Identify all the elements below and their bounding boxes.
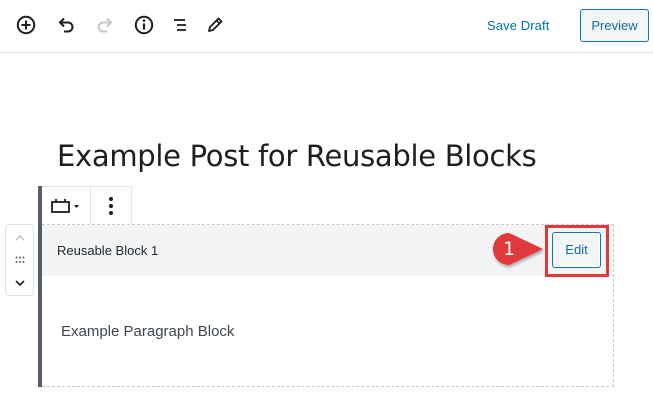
block-toolbar — [40, 186, 132, 224]
outline-icon[interactable] — [165, 10, 195, 40]
edit-button[interactable]: Edit — [552, 232, 601, 268]
save-draft-button[interactable]: Save Draft — [487, 16, 549, 36]
add-block-icon[interactable] — [11, 10, 41, 40]
drag-handle-icon[interactable] — [6, 250, 33, 270]
paragraph-block[interactable]: Example Paragraph Block — [61, 321, 234, 343]
preview-button[interactable]: Preview — [580, 9, 649, 42]
undo-icon[interactable] — [51, 10, 81, 40]
chevron-up-icon[interactable] — [6, 228, 33, 248]
block-switcher-icon[interactable] — [41, 187, 91, 224]
chevron-down-icon[interactable] — [6, 273, 33, 293]
block-mover — [5, 224, 34, 296]
info-icon[interactable] — [129, 10, 159, 40]
reusable-block-name: Reusable Block 1 — [57, 243, 159, 258]
pencil-icon[interactable] — [200, 10, 230, 40]
redo-icon[interactable] — [90, 10, 120, 40]
post-title[interactable]: Example Post for Reusable Blocks — [57, 136, 537, 176]
editor-header: Save Draft Preview — [0, 0, 653, 53]
step-number: 1 — [502, 238, 516, 260]
more-options-icon[interactable] — [91, 187, 131, 224]
